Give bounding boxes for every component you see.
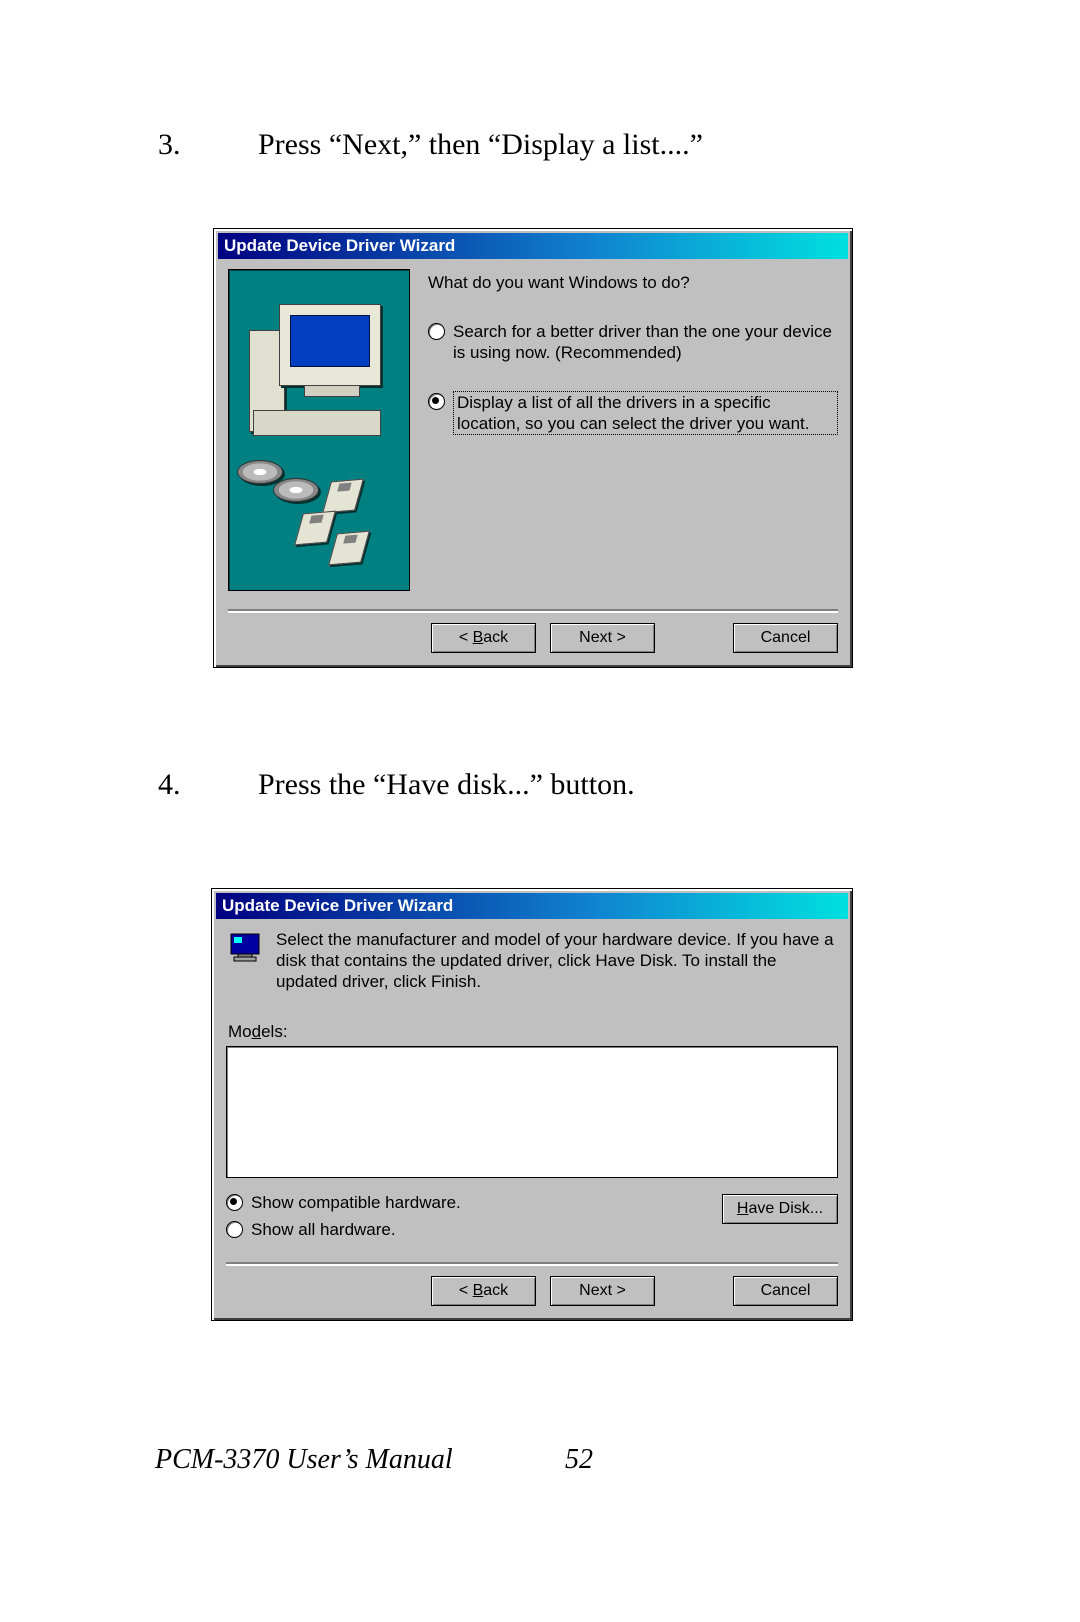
wizard-1-graphic [228,269,410,591]
wizard-1-back-button[interactable]: < Back [431,623,536,653]
wizard-2-next-button[interactable]: Next > [550,1276,655,1306]
wizard-2-models-listbox[interactable] [226,1046,838,1178]
wizard-2-title: Update Device Driver Wizard [222,896,453,916]
wizard-2-radio-all-label: Show all hardware. [251,1219,396,1240]
radio-icon [226,1221,243,1238]
wizard-2-back-button[interactable]: < Back [431,1276,536,1306]
wizard-2-radio-all[interactable]: Show all hardware. [226,1219,461,1240]
footer-manual-title: PCM-3370 User’s Manual [155,1444,453,1476]
wizard-2-instructions: Select the manufacturer and model of you… [276,929,838,992]
radio-icon [226,1194,243,1211]
monitor-icon [228,931,264,967]
step-4-number: 4. [158,768,181,802]
wizard-2-radio-compatible-label: Show compatible hardware. [251,1192,461,1213]
wizard-2-models-label: Models: [228,1022,838,1042]
step-3-number: 3. [158,128,181,162]
wizard-1-radio-search[interactable]: Search for a better driver than the one … [428,321,838,363]
wizard-2-window: Update Device Driver Wizard Select the m… [211,888,853,1321]
radio-icon [428,323,445,340]
wizard-1-radio-displaylist-label: Display a list of all the drivers in a s… [453,391,838,435]
wizard-1-next-button[interactable]: Next > [550,623,655,653]
wizard-2-radio-compatible[interactable]: Show compatible hardware. [226,1192,461,1213]
wizard-1-cancel-button[interactable]: Cancel [733,623,838,653]
step-3-text: Press “Next,” then “Display a list....” [258,128,703,162]
have-disk-button[interactable]: Have Disk... [722,1194,838,1224]
wizard-1-radio-displaylist[interactable]: Display a list of all the drivers in a s… [428,391,838,435]
wizard-1-prompt: What do you want Windows to do? [428,273,838,293]
radio-icon [428,393,445,410]
step-4-text: Press the “Have disk...” button. [258,768,635,802]
wizard-1-titlebar: Update Device Driver Wizard [218,233,848,259]
footer-page-number: 52 [565,1444,593,1476]
wizard-1-radio-search-label: Search for a better driver than the one … [453,321,838,363]
wizard-2-cancel-button[interactable]: Cancel [733,1276,838,1306]
page: 3. Press “Next,” then “Display a list...… [0,0,1080,1622]
wizard-1-window: Update Device Driver Wizard What do you … [213,228,853,668]
wizard-1-title: Update Device Driver Wizard [224,236,455,256]
wizard-2-titlebar: Update Device Driver Wizard [216,893,848,919]
